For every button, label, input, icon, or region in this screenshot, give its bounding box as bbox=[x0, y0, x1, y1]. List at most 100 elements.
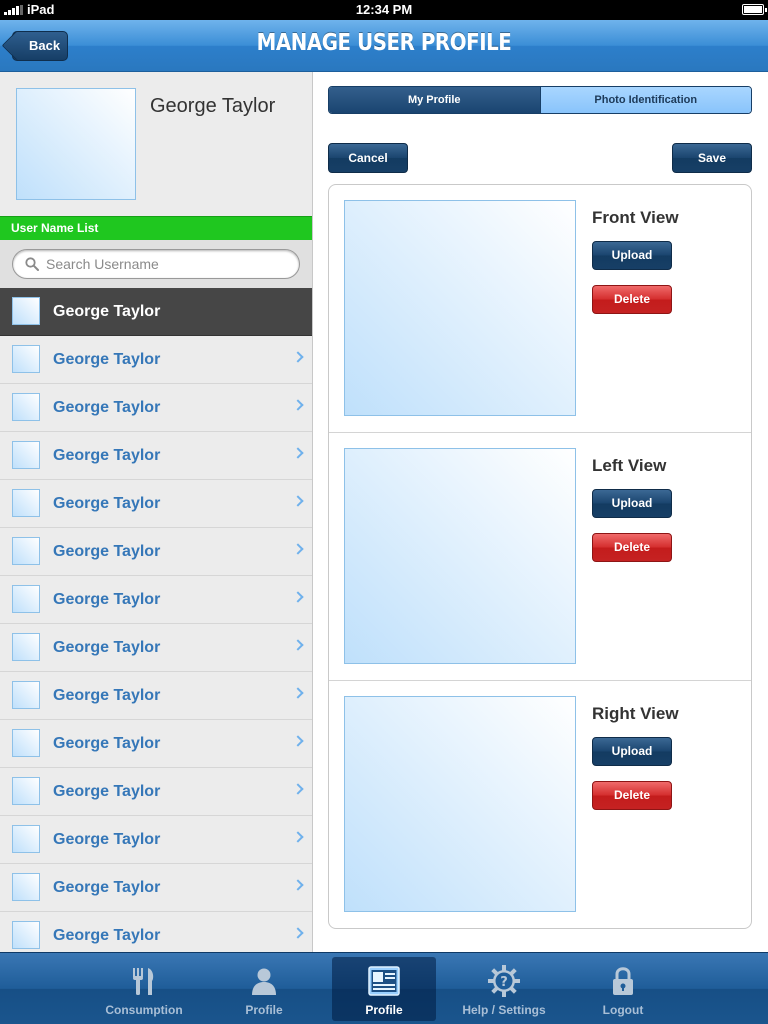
photo-label: Right View bbox=[592, 704, 679, 723]
chevron-right-icon bbox=[292, 543, 304, 555]
chevron-right-icon bbox=[292, 783, 304, 795]
chevron-right-icon bbox=[292, 495, 304, 507]
chevron-right-icon bbox=[292, 447, 304, 459]
search-placeholder: Search Username bbox=[46, 256, 159, 272]
profile-header: George Taylor bbox=[0, 72, 312, 216]
user-name: George Taylor bbox=[53, 351, 161, 368]
user-name: George Taylor bbox=[53, 639, 161, 656]
list-item[interactable]: George Taylor bbox=[0, 672, 312, 720]
user-thumbnail bbox=[12, 825, 40, 853]
profile-name: George Taylor bbox=[150, 95, 276, 117]
fork-knife-icon bbox=[133, 968, 154, 995]
user-name: George Taylor bbox=[53, 687, 161, 704]
list-item[interactable]: George Taylor bbox=[0, 432, 312, 480]
user-name: George Taylor bbox=[53, 927, 161, 944]
delete-button[interactable]: Delete bbox=[592, 285, 672, 314]
chevron-right-icon bbox=[292, 591, 304, 603]
list-item[interactable]: George Taylor bbox=[0, 912, 312, 952]
lock-icon bbox=[613, 967, 633, 995]
user-thumbnail bbox=[12, 537, 40, 565]
id-card-icon bbox=[368, 966, 400, 996]
user-name: George Taylor bbox=[53, 831, 161, 848]
upload-button[interactable]: Upload bbox=[592, 737, 672, 766]
tab-profile[interactable]: Profile bbox=[212, 957, 316, 1021]
tab-my-profile[interactable]: My Profile bbox=[329, 87, 540, 113]
list-item[interactable]: George Taylor bbox=[0, 768, 312, 816]
upload-button[interactable]: Upload bbox=[592, 489, 672, 518]
list-item[interactable]: George Taylor bbox=[0, 288, 312, 336]
tab-label: Profile bbox=[365, 1003, 403, 1017]
user-thumbnail bbox=[12, 873, 40, 901]
chevron-right-icon bbox=[292, 351, 304, 363]
tab-label: Logout bbox=[602, 1003, 644, 1017]
user-name: George Taylor bbox=[53, 543, 161, 560]
status-bar: iPad 12:34 PM bbox=[0, 0, 768, 20]
photo-section-left: Left View Upload Delete bbox=[329, 433, 751, 681]
tab-logout[interactable]: Logout bbox=[571, 957, 675, 1021]
chevron-right-icon bbox=[292, 687, 304, 699]
user-thumbnail bbox=[12, 489, 40, 517]
user-name: George Taylor bbox=[53, 783, 161, 800]
tab-photo-identification[interactable]: Photo Identification bbox=[539, 87, 751, 113]
list-item[interactable]: George Taylor bbox=[0, 480, 312, 528]
user-name: George Taylor bbox=[53, 879, 161, 896]
user-thumbnail bbox=[12, 345, 40, 373]
tab-profile-active[interactable]: Profile bbox=[332, 957, 436, 1021]
tab-label: Profile bbox=[245, 1003, 283, 1017]
user-thumbnail bbox=[12, 633, 40, 661]
user-name: George Taylor bbox=[53, 591, 161, 608]
photo-section-front: Front View Upload Delete bbox=[329, 185, 751, 433]
battery-icon bbox=[742, 4, 767, 15]
save-button[interactable]: Save bbox=[672, 143, 752, 173]
photo-card: Front View Upload Delete Left View Uploa… bbox=[328, 184, 752, 929]
svg-text:?: ? bbox=[500, 975, 508, 990]
user-thumbnail bbox=[12, 441, 40, 469]
user-name: George Taylor bbox=[53, 399, 161, 416]
tab-consumption[interactable]: Consumption bbox=[92, 957, 196, 1021]
user-thumbnail bbox=[12, 585, 40, 613]
user-list: George Taylor George Taylor George Taylor G… bbox=[0, 288, 312, 952]
search-input[interactable]: Search Username bbox=[12, 249, 300, 279]
user-thumbnail bbox=[12, 729, 40, 757]
list-item[interactable]: George Taylor bbox=[0, 528, 312, 576]
delete-button[interactable]: Delete bbox=[592, 781, 672, 810]
clock: 12:34 PM bbox=[355, 2, 413, 17]
user-name: George Taylor bbox=[53, 303, 161, 320]
chevron-right-icon bbox=[292, 831, 304, 843]
navigation-bar: Back MANAGE USER PROFILE bbox=[0, 20, 768, 72]
user-thumbnail bbox=[12, 921, 40, 949]
chevron-right-icon bbox=[292, 399, 304, 411]
list-item[interactable]: George Taylor bbox=[0, 624, 312, 672]
chevron-right-icon bbox=[292, 639, 304, 651]
cancel-button[interactable]: Cancel bbox=[328, 143, 408, 173]
user-thumbnail bbox=[12, 681, 40, 709]
list-item[interactable]: George Taylor bbox=[0, 384, 312, 432]
photo-placeholder bbox=[344, 448, 576, 664]
list-item[interactable]: George Taylor bbox=[0, 864, 312, 912]
list-item[interactable]: George Taylor bbox=[0, 720, 312, 768]
chevron-right-icon bbox=[292, 879, 304, 891]
list-item[interactable]: George Taylor bbox=[0, 336, 312, 384]
tab-help-settings[interactable]: ? Help / Settings bbox=[452, 957, 556, 1021]
upload-button[interactable]: Upload bbox=[592, 241, 672, 270]
photo-placeholder bbox=[344, 696, 576, 912]
photo-label: Left View bbox=[592, 456, 667, 475]
person-icon bbox=[252, 968, 276, 995]
list-item[interactable]: George Taylor bbox=[0, 576, 312, 624]
chevron-right-icon bbox=[292, 735, 304, 747]
user-thumbnail bbox=[12, 393, 40, 421]
list-item[interactable]: George Taylor bbox=[0, 816, 312, 864]
tab-label: Consumption bbox=[105, 1003, 183, 1017]
page-title: MANAGE USER PROFILE bbox=[256, 30, 512, 56]
user-thumbnail bbox=[12, 297, 40, 325]
chevron-right-icon bbox=[292, 927, 304, 939]
user-name: George Taylor bbox=[53, 447, 161, 464]
user-list-panel: George Taylor User Name List Search User… bbox=[0, 72, 313, 952]
search-icon bbox=[25, 257, 39, 271]
profile-segmented-control: My Profile Photo Identification bbox=[328, 86, 752, 114]
delete-button[interactable]: Delete bbox=[592, 533, 672, 562]
user-list-header: User Name List bbox=[0, 216, 312, 240]
user-name: George Taylor bbox=[53, 735, 161, 752]
user-name: George Taylor bbox=[53, 495, 161, 512]
tab-bar: Consumption Profile Profile ? Help / Set… bbox=[0, 952, 768, 1024]
